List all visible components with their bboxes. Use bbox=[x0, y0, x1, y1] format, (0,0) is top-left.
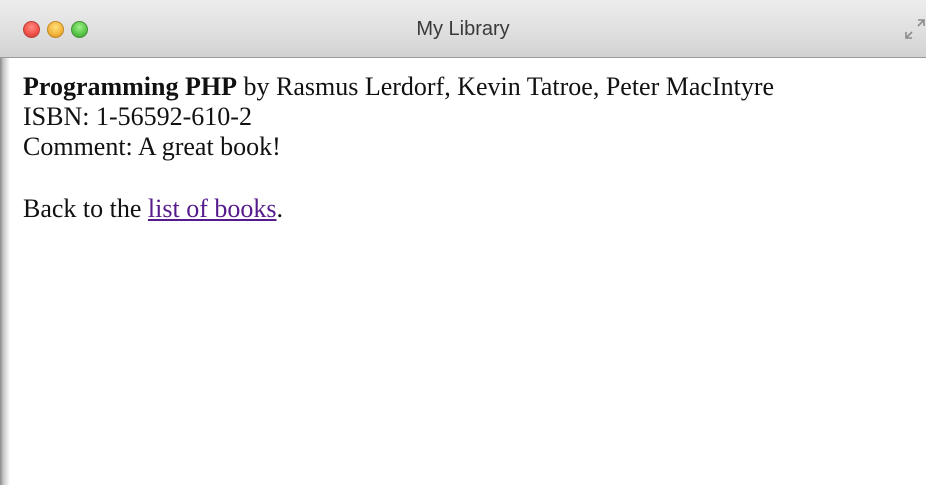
back-line: Back to the list of books. bbox=[23, 194, 913, 224]
comment-line: Comment: A great book! bbox=[23, 132, 913, 162]
title-bar[interactable]: My Library bbox=[0, 0, 926, 58]
list-of-books-link[interactable]: list of books bbox=[148, 194, 277, 223]
by-label: by bbox=[243, 72, 270, 101]
comment-label: Comment: bbox=[23, 132, 133, 161]
fullscreen-arrows-icon[interactable] bbox=[904, 18, 926, 40]
isbn-line: ISBN: 1-56592-610-2 bbox=[23, 102, 913, 132]
browser-window: My Library Programming PHP by Rasmus Ler… bbox=[0, 0, 926, 485]
back-suffix: . bbox=[276, 194, 284, 223]
isbn-label: ISBN: bbox=[23, 102, 90, 131]
window-title: My Library bbox=[416, 18, 510, 40]
back-text: Back to the bbox=[23, 194, 142, 223]
book-line: Programming PHP by Rasmus Lerdorf, Kevin… bbox=[23, 72, 913, 102]
book-authors: Rasmus Lerdorf, Kevin Tatroe, Peter MacI… bbox=[275, 72, 775, 101]
page-content: Programming PHP by Rasmus Lerdorf, Kevin… bbox=[23, 72, 913, 224]
comment-value: A great book! bbox=[137, 132, 281, 161]
isbn-value: 1-56592-610-2 bbox=[95, 102, 252, 131]
window-edge-shadow bbox=[0, 58, 10, 485]
book-title: Programming PHP bbox=[23, 72, 237, 101]
